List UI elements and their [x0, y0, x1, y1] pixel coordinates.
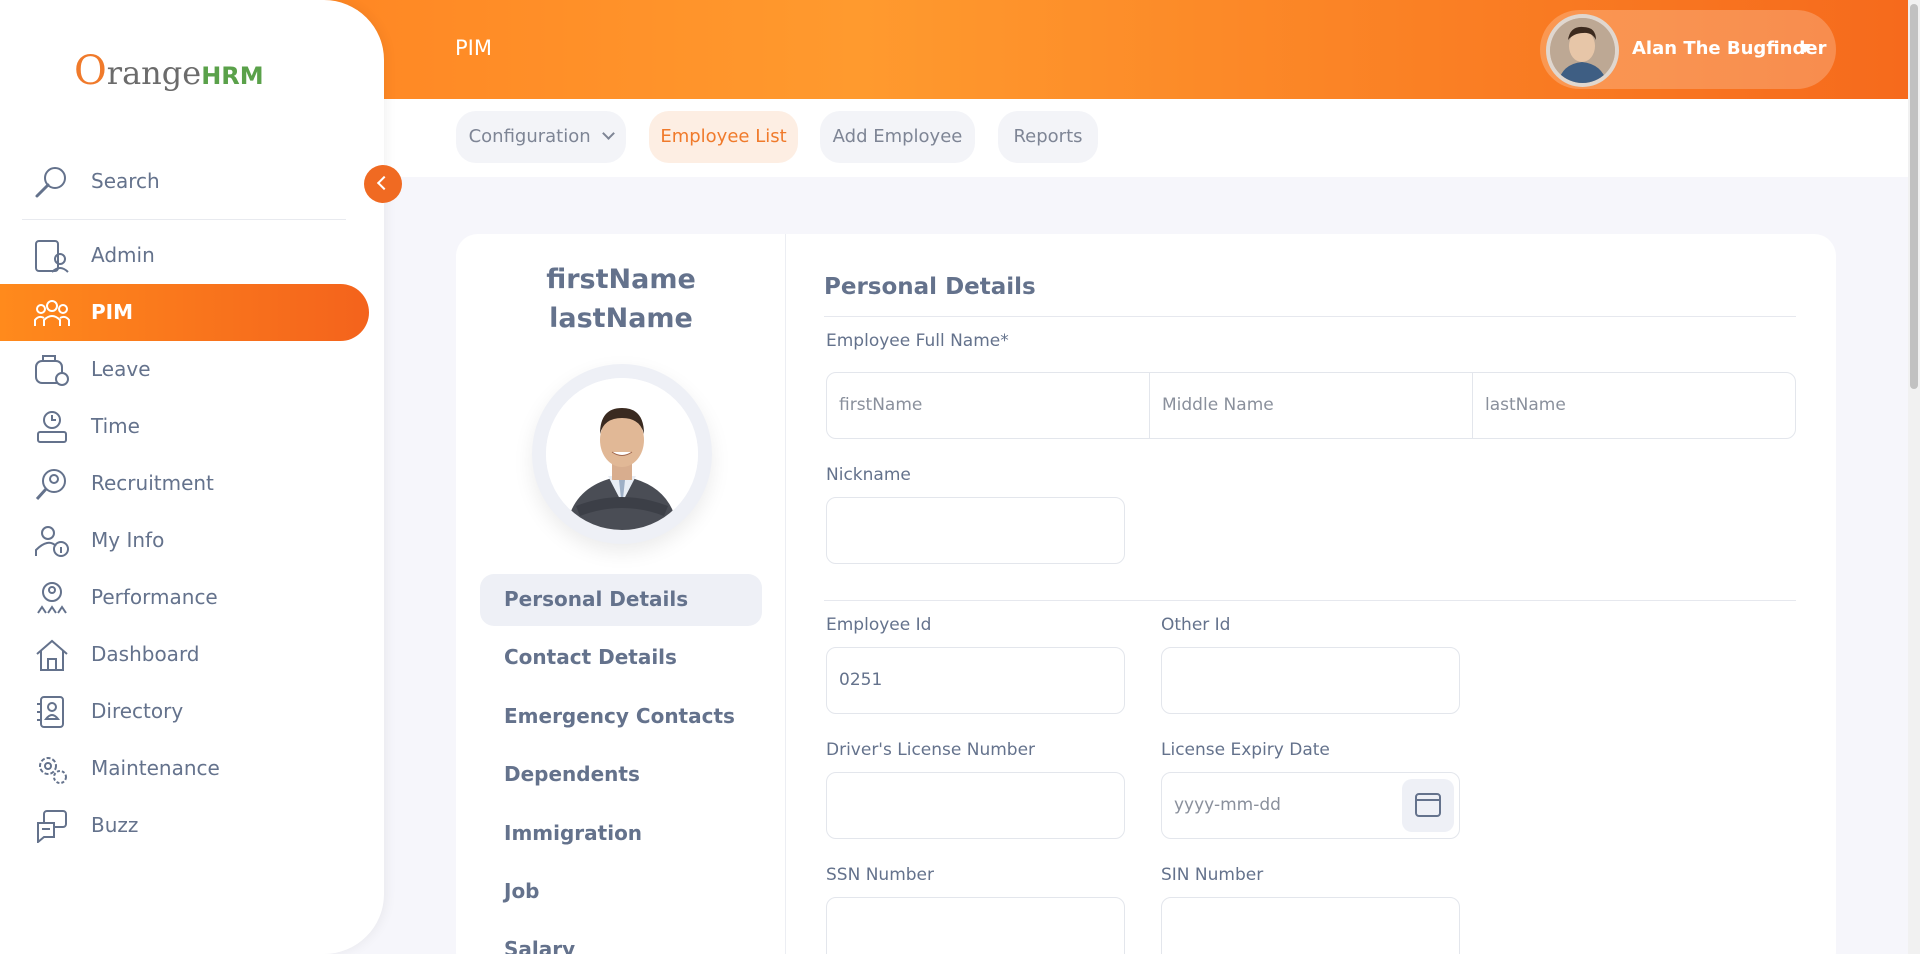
sidebar-item-label: Performance	[91, 585, 218, 609]
profile-tab-job[interactable]: Job	[504, 879, 540, 903]
employee-photo-image	[546, 378, 698, 530]
sidebar-item-pim[interactable]: PIM	[0, 284, 369, 341]
sidebar-item-dashboard[interactable]: Dashboard	[0, 626, 369, 683]
sidebar-item-label: Maintenance	[91, 756, 220, 780]
sidebar-search[interactable]: Search	[0, 153, 369, 210]
tab-employee-list[interactable]: Employee List	[649, 111, 798, 163]
nickname-label: Nickname	[826, 465, 911, 485]
sidebar-collapse-button[interactable]	[364, 165, 402, 203]
header-title: PIM	[455, 36, 492, 60]
top-sub-nav: Configuration Employee List Add Employee…	[384, 99, 1908, 177]
employee-details-card: firstName lastName Personal Details Cont…	[456, 234, 1836, 954]
profile-tab-emergency-contacts[interactable]: Emergency Contacts	[504, 704, 735, 728]
license-expiry-placeholder: yyyy-mm-dd	[1174, 795, 1281, 815]
profile-tab-immigration[interactable]: Immigration	[504, 821, 642, 845]
divider	[22, 219, 346, 220]
admin-icon	[35, 240, 69, 273]
employee-name: firstName lastName	[456, 260, 786, 338]
employee-id-input[interactable]: 0251	[826, 647, 1125, 714]
profile-panel: firstName lastName Personal Details Cont…	[456, 234, 786, 954]
sidebar-item-label: Leave	[91, 357, 151, 381]
divider	[824, 316, 1796, 317]
sidebar-item-maintenance[interactable]: Maintenance	[0, 740, 369, 797]
sidebar-item-label: Admin	[91, 243, 155, 267]
sidebar-item-performance[interactable]: Performance	[0, 569, 369, 626]
user-avatar	[1546, 14, 1619, 87]
sidebar-item-admin[interactable]: Admin	[0, 227, 369, 284]
orangehrm-logo[interactable]: OrangeHRM	[74, 48, 264, 94]
caret-down-icon	[1798, 44, 1812, 53]
sidebar-item-buzz[interactable]: Buzz	[0, 797, 369, 854]
sidebar-search-label: Search	[91, 169, 160, 193]
ssn-label: SSN Number	[826, 865, 934, 885]
pim-icon	[34, 300, 70, 326]
profile-tab-dependents[interactable]: Dependents	[504, 762, 640, 786]
search-icon	[35, 167, 66, 198]
last-name-input[interactable]: lastName	[1473, 373, 1795, 438]
ssn-input[interactable]	[826, 897, 1125, 954]
sidebar-item-label: Recruitment	[91, 471, 214, 495]
tab-configuration[interactable]: Configuration	[456, 111, 626, 163]
sin-input[interactable]	[1161, 897, 1460, 954]
section-title: Personal Details	[824, 274, 1036, 300]
sidebar-item-label: Buzz	[91, 813, 139, 837]
nickname-input[interactable]	[826, 497, 1125, 564]
employee-last-name: lastName	[549, 303, 693, 334]
license-input[interactable]	[826, 772, 1125, 839]
sidebar-item-directory[interactable]: Directory	[0, 683, 369, 740]
sin-label: SIN Number	[1161, 865, 1264, 885]
profile-tab-contact-details[interactable]: Contact Details	[504, 645, 677, 669]
sidebar-item-label: PIM	[91, 300, 134, 324]
calendar-icon	[1415, 793, 1441, 817]
sidebar-item-my-info[interactable]: My Info	[0, 512, 369, 569]
employee-id-label: Employee Id	[826, 615, 932, 635]
profile-tab-personal-details[interactable]: Personal Details	[504, 587, 688, 611]
profile-photo[interactable]	[532, 364, 712, 544]
leave-icon	[35, 355, 69, 386]
sidebar-item-label: My Info	[91, 528, 165, 552]
divider	[824, 600, 1796, 601]
license-label: Driver's License Number	[826, 740, 1036, 760]
sidebar-item-label: Dashboard	[91, 642, 200, 666]
calendar-button[interactable]	[1402, 779, 1454, 832]
scrollbar-thumb[interactable]	[1910, 4, 1918, 389]
dashboard-icon	[36, 639, 68, 671]
performance-icon	[37, 582, 67, 614]
other-id-input[interactable]	[1161, 647, 1460, 714]
maintenance-icon	[39, 757, 67, 784]
full-name-group: firstName Middle Name lastName	[826, 372, 1796, 439]
chevron-down-icon	[602, 127, 616, 140]
directory-icon	[37, 696, 64, 728]
tab-add-employee[interactable]: Add Employee	[820, 111, 975, 163]
full-name-label: Employee Full Name*	[826, 331, 1009, 351]
sidebar-item-recruitment[interactable]: Recruitment	[0, 455, 369, 512]
tab-reports[interactable]: Reports	[998, 111, 1098, 163]
license-expiry-input[interactable]: yyyy-mm-dd	[1161, 772, 1460, 839]
employee-first-name: firstName	[546, 264, 696, 295]
page-scrollbar[interactable]	[1908, 0, 1920, 954]
sidebar: OrangeHRM Search Admin PIM Leave Time Re…	[0, 0, 384, 954]
recruitment-icon	[35, 469, 66, 501]
sidebar-item-leave[interactable]: Leave	[0, 341, 369, 398]
first-name-input[interactable]: firstName	[827, 373, 1149, 438]
sidebar-item-label: Time	[91, 414, 140, 438]
my-info-icon	[35, 526, 69, 557]
license-expiry-label: License Expiry Date	[1161, 740, 1330, 760]
buzz-icon	[37, 810, 67, 843]
other-id-label: Other Id	[1161, 615, 1231, 635]
user-dropdown[interactable]: Alan The Bugfinder	[1540, 10, 1836, 89]
tab-configuration-label: Configuration	[468, 126, 591, 147]
sidebar-item-time[interactable]: Time	[0, 398, 369, 455]
profile-tab-salary[interactable]: Salary	[504, 937, 575, 954]
time-icon	[37, 411, 67, 443]
middle-name-input[interactable]: Middle Name	[1150, 373, 1472, 438]
personal-details-form: Personal Details Employee Full Name* fir…	[786, 234, 1836, 954]
sidebar-item-label: Directory	[91, 699, 184, 723]
